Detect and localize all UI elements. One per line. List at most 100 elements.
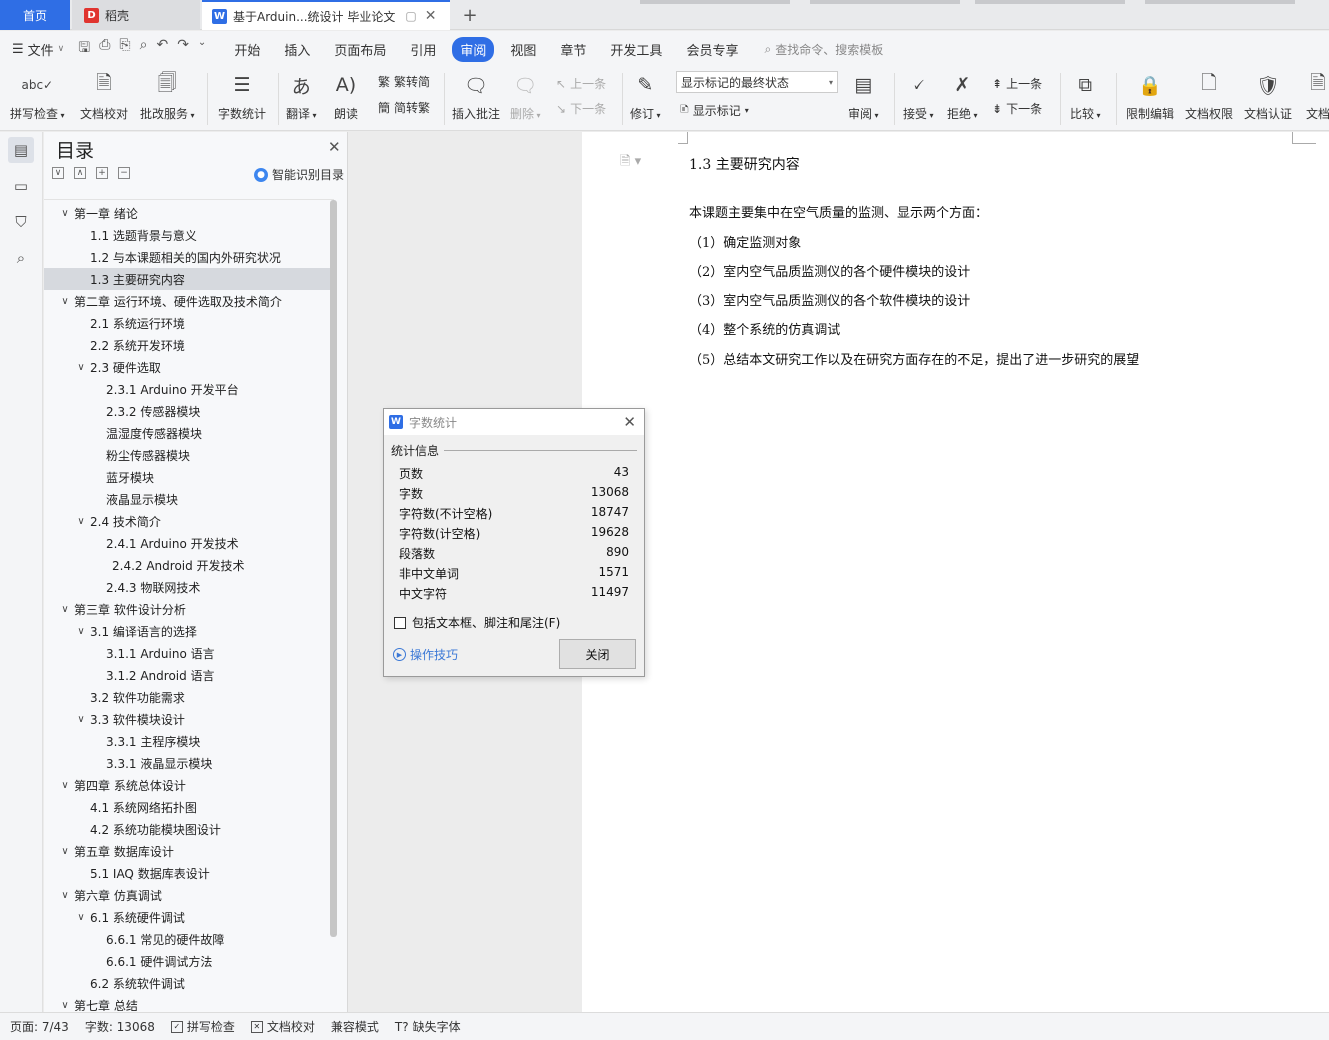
toc-scrollbar[interactable]	[330, 200, 337, 937]
chevron-down-icon[interactable]: ∨	[58, 846, 72, 857]
toc-item[interactable]: ∨ 第六章 仿真调试	[44, 884, 330, 906]
close-icon[interactable]: ✕	[623, 413, 636, 431]
toc-item[interactable]: 2.4.1 Arduino 开发技术	[44, 532, 330, 554]
toc-item[interactable]: ∨ 第三章 软件设计分析	[44, 598, 330, 620]
toc-item[interactable]: ∨ 第一章 绪论	[44, 202, 330, 224]
toc-item[interactable]: ∨ 第七章 总结	[44, 994, 330, 1012]
chevron-down-icon[interactable]: ∨	[58, 208, 72, 219]
restrict-edit-button[interactable]: 🔒 限制编辑	[1126, 71, 1174, 122]
revise-service-button[interactable]: 🗐 批改服务 ▾	[140, 71, 195, 122]
review-pane-button[interactable]: ▤ 审阅 ▾	[848, 71, 879, 122]
tab-page-layout[interactable]: 页面布局	[326, 37, 394, 62]
tab-close-icon[interactable]: ✕	[425, 8, 437, 24]
smart-toc-button[interactable]: ● 智能识别目录	[254, 166, 344, 183]
close-button[interactable]: 关闭	[559, 639, 636, 669]
track-changes-button[interactable]: ✎ 修订 ▾	[630, 71, 661, 122]
toc-item[interactable]: ∨ 2.4 技术简介	[44, 510, 330, 532]
toc-item[interactable]: 2.2 系统开发环境	[44, 334, 330, 356]
missing-font-button[interactable]: T? 缺失字体	[395, 1018, 461, 1035]
word-count-indicator[interactable]: 字数: 13068	[85, 1018, 155, 1035]
translate-button[interactable]: あ 翻译 ▾	[286, 71, 317, 122]
toc-item[interactable]: 5.1 IAQ 数据库表设计	[44, 862, 330, 884]
doc-proof-toggle[interactable]: ✕ 文档校对	[250, 1018, 315, 1035]
toc-item[interactable]: ∨ 第五章 数据库设计	[44, 840, 330, 862]
tab-popout-icon[interactable]: ▢	[405, 9, 416, 23]
toc-item[interactable]: 3.1.1 Arduino 语言	[44, 642, 330, 664]
next-comment-button[interactable]: ↘ 下一条	[556, 100, 606, 117]
tab-daoke[interactable]: D 稻壳	[72, 0, 200, 30]
toc-item[interactable]: ∨ 3.3 软件模块设计	[44, 708, 330, 730]
doc-permission-button[interactable]: 🗋 文档权限	[1185, 71, 1233, 122]
to-traditional-button[interactable]: 繁 繁转简	[378, 73, 430, 90]
tab-chapter[interactable]: 章节	[552, 37, 594, 62]
show-markup-button[interactable]: 🗈 显示标记 ▾	[680, 100, 749, 121]
redo-icon[interactable]: ↷	[177, 37, 189, 61]
toc-item[interactable]: 3.2 软件功能需求	[44, 686, 330, 708]
compare-button[interactable]: ⧉ 比较 ▾	[1070, 71, 1101, 122]
new-tab-button[interactable]: +	[458, 0, 482, 30]
toc-item[interactable]: 4.1 系统网络拓扑图	[44, 796, 330, 818]
paragraph-menu-icon[interactable]: 🗎 ▾	[620, 152, 641, 174]
tab-references[interactable]: 引用	[402, 37, 444, 62]
expand-up-icon[interactable]: ∧	[74, 167, 86, 179]
prev-change-button[interactable]: ⇞ 上一条	[992, 75, 1042, 92]
chapter-nav-icon[interactable]: ▭	[8, 173, 34, 199]
accept-button[interactable]: 🗸 接受 ▾	[903, 71, 934, 122]
add-level-icon[interactable]: +	[96, 167, 108, 179]
chevron-down-icon[interactable]: ∨	[74, 626, 88, 637]
tab-start[interactable]: 开始	[226, 37, 268, 62]
bookmark-icon[interactable]: ⛉	[8, 209, 34, 235]
chevron-down-icon[interactable]: ∨	[58, 296, 72, 307]
tab-view[interactable]: 视图	[502, 37, 544, 62]
tab-home[interactable]: 首页	[0, 0, 70, 30]
toc-item[interactable]: 1.1 选题背景与意义	[44, 224, 330, 246]
tab-insert[interactable]: 插入	[276, 37, 318, 62]
toc-item[interactable]: 2.3.2 传感器模块	[44, 400, 330, 422]
doc-certify-button[interactable]: 🛡 文档认证	[1244, 71, 1292, 122]
file-menu-button[interactable]: ☰ 文件 ∨	[12, 40, 64, 59]
reject-button[interactable]: ✗ 拒绝 ▾	[947, 71, 978, 122]
toc-item[interactable]: 2.1 系统运行环境	[44, 312, 330, 334]
chevron-down-icon[interactable]: ∨	[58, 890, 72, 901]
toc-item[interactable]: ∨ 3.1 编译语言的选择	[44, 620, 330, 642]
toc-item[interactable]: 1.2 与本课题相关的国内外研究状况	[44, 246, 330, 268]
chevron-down-icon[interactable]: ∨	[74, 912, 88, 923]
spell-check-toggle[interactable]: ✓ 拼写检查	[170, 1018, 235, 1035]
chevron-down-icon[interactable]: ∨	[74, 714, 88, 725]
toc-item[interactable]: 液晶显示模块	[44, 488, 330, 510]
toc-item[interactable]: 2.4.2 Android 开发技术	[44, 554, 330, 576]
tab-review[interactable]: 审阅	[452, 36, 495, 62]
toc-item[interactable]: 蓝牙模块	[44, 466, 330, 488]
tab-member[interactable]: 会员专享	[678, 37, 746, 62]
search-icon[interactable]: ⌕	[8, 245, 34, 271]
print-icon[interactable]: ⎘	[119, 37, 130, 61]
toc-item[interactable]: 1.3 主要研究内容	[44, 268, 330, 290]
markup-state-select[interactable]: 显示标记的最终状态 ▾	[676, 71, 838, 93]
toc-item[interactable]: 3.3.1 液晶显示模块	[44, 752, 330, 774]
toc-item[interactable]: 3.3.1 主程序模块	[44, 730, 330, 752]
chevron-down-icon[interactable]: ∨	[58, 1000, 72, 1011]
command-search[interactable]: ⌕ 查找命令、搜索模板	[764, 41, 883, 58]
chevron-down-icon[interactable]: ∨	[58, 604, 72, 615]
to-simplified-button[interactable]: 簡 简转繁	[378, 99, 430, 116]
export-pdf-icon[interactable]: ⎙	[99, 37, 110, 61]
toc-item[interactable]: 6.6.1 常见的硬件故障	[44, 928, 330, 950]
doc-more-button[interactable]: 🗎 文档	[1304, 71, 1329, 122]
toc-panel-icon[interactable]: ▤	[8, 137, 34, 163]
chevron-down-icon[interactable]: ∨	[58, 780, 72, 791]
dialog-titlebar[interactable]: W 字数统计 ✕	[384, 409, 644, 435]
toc-item[interactable]: 2.3.1 Arduino 开发平台	[44, 378, 330, 400]
insert-comment-button[interactable]: 🗨 插入批注	[452, 71, 500, 122]
read-aloud-button[interactable]: A) 朗读	[332, 71, 360, 122]
delete-comment-button[interactable]: 🗨 删除 ▾	[510, 71, 541, 122]
chevron-down-icon[interactable]: ∨	[74, 516, 88, 527]
spell-check-button[interactable]: abc✓ 拼写检查 ▾	[10, 71, 65, 122]
tab-document[interactable]: W 基于Arduin...统设计 毕业论文 ▢ ✕	[202, 0, 450, 30]
toc-item[interactable]: 6.6.1 硬件调试方法	[44, 950, 330, 972]
include-textbox-checkbox[interactable]: 包括文本框、脚注和尾注(F)	[394, 614, 560, 631]
print-preview-icon[interactable]: ⌕	[140, 37, 148, 61]
toc-item[interactable]: 温湿度传感器模块	[44, 422, 330, 444]
undo-icon[interactable]: ↶	[156, 37, 168, 61]
toc-item[interactable]: 2.4.3 物联网技术	[44, 576, 330, 598]
toc-item[interactable]: 3.1.2 Android 语言	[44, 664, 330, 686]
